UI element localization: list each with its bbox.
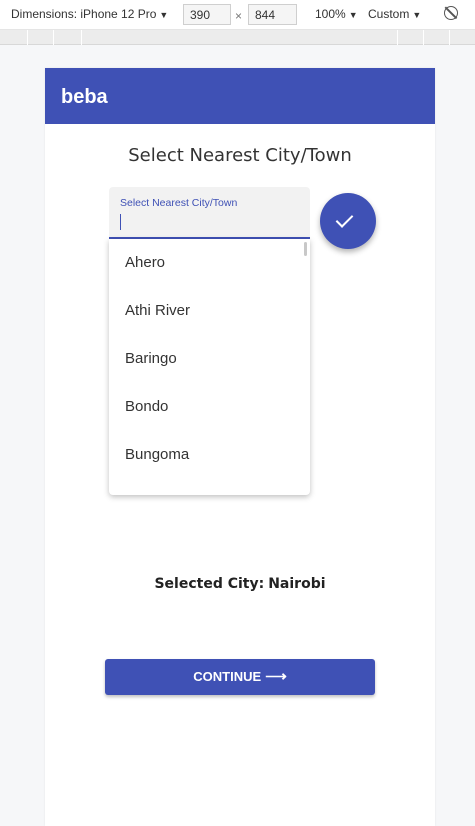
rotate-icon[interactable] xyxy=(444,6,458,20)
throttle-dropdown[interactable]: Custom ▼ xyxy=(368,7,421,21)
app-bar: beba xyxy=(45,68,435,124)
field-label: Select Nearest City/Town xyxy=(120,197,238,209)
selected-city-prefix: Selected City: xyxy=(154,576,265,592)
city-option[interactable]: Athi River xyxy=(109,287,310,335)
page-title: Select Nearest City/Town xyxy=(128,145,352,166)
dimensions-label: Dimensions: iPhone 12 Pro xyxy=(11,7,157,21)
ruler-tick xyxy=(53,30,54,45)
selected-city-text: Selected City: Nairobi xyxy=(45,576,435,592)
list-scrollbar[interactable] xyxy=(304,242,307,256)
ruler-tick xyxy=(27,30,28,45)
ruler-tick xyxy=(81,30,82,45)
ruler-tick xyxy=(449,30,450,45)
throttle-label: Custom xyxy=(368,7,410,21)
ruler-tick xyxy=(397,30,398,45)
city-option[interactable]: Bungoma xyxy=(109,431,310,479)
zoom-dropdown[interactable]: 100% ▼ xyxy=(315,7,358,21)
height-input[interactable]: 844 xyxy=(248,4,297,25)
app-brand: beba xyxy=(61,86,108,108)
device-dimensions-dropdown[interactable]: Dimensions: iPhone 12 Pro ▼ xyxy=(11,7,168,21)
city-option[interactable]: Bondo xyxy=(109,383,310,431)
confirm-city-button[interactable] xyxy=(320,193,376,249)
devtools-toolbar: Dimensions: iPhone 12 Pro ▼ 390 × 844 100… xyxy=(0,0,475,30)
chevron-down-icon: ▼ xyxy=(412,10,422,20)
city-option[interactable]: Baringo xyxy=(109,335,310,383)
media-query-ruler xyxy=(0,30,475,45)
city-options-list[interactable]: Ahero Athi River Baringo Bondo Bungoma xyxy=(109,239,310,495)
text-cursor xyxy=(120,214,121,230)
arrow-right-icon: ⟶ xyxy=(265,668,287,685)
continue-label: CONTINUE xyxy=(193,669,262,684)
city-option[interactable]: Ahero xyxy=(109,239,310,287)
continue-button[interactable]: CONTINUE ⟶ xyxy=(105,659,375,695)
selected-city-value: Nairobi xyxy=(268,576,326,592)
zoom-label: 100% xyxy=(315,7,346,21)
chevron-down-icon: ▼ xyxy=(159,10,169,20)
chevron-down-icon: ▼ xyxy=(348,10,358,20)
device-viewport: beba Select Nearest City/Town Select Nea… xyxy=(45,68,435,826)
check-icon xyxy=(335,210,354,228)
width-input[interactable]: 390 xyxy=(183,4,231,25)
city-search-input[interactable]: Select Nearest City/Town xyxy=(109,187,310,239)
dimension-separator: × xyxy=(235,9,243,23)
ruler-tick xyxy=(423,30,424,45)
